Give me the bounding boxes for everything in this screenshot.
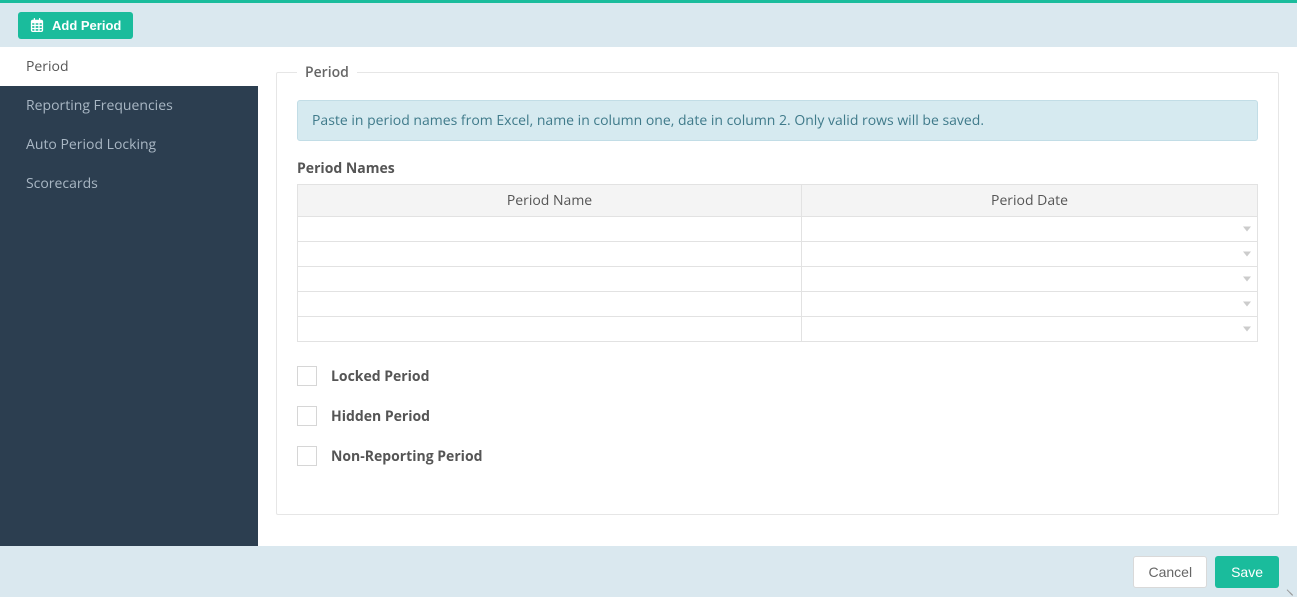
table-row <box>298 292 1258 317</box>
hidden-period-checkbox[interactable] <box>297 406 317 426</box>
add-period-label: Add Period <box>52 18 121 33</box>
period-name-input[interactable] <box>298 242 801 266</box>
period-name-input[interactable] <box>298 217 801 241</box>
period-name-input[interactable] <box>298 292 801 316</box>
sidebar-item-label: Period <box>26 57 69 76</box>
period-names-label: Period Names <box>297 159 1258 178</box>
period-table: Period Name Period Date <box>297 184 1258 342</box>
locked-period-checkbox[interactable] <box>297 366 317 386</box>
info-text: Paste in period names from Excel, name i… <box>312 111 984 130</box>
period-name-input[interactable] <box>298 267 801 291</box>
table-row <box>298 242 1258 267</box>
table-row <box>298 217 1258 242</box>
period-date-input[interactable] <box>802 267 1257 291</box>
main-panel: Period Paste in period names from Excel,… <box>258 47 1297 546</box>
sidebar-item-period[interactable]: Period <box>0 47 258 86</box>
add-period-button[interactable]: Add Period <box>18 12 133 39</box>
sidebar-item-scorecards[interactable]: Scorecards <box>0 164 258 203</box>
period-date-input[interactable] <box>802 317 1257 341</box>
checkbox-row-locked: Locked Period <box>297 366 1258 386</box>
footer-bar: Cancel Save <box>0 546 1297 597</box>
sidebar-item-label: Scorecards <box>26 174 98 193</box>
info-banner: Paste in period names from Excel, name i… <box>297 100 1258 141</box>
resize-handle[interactable] <box>1285 585 1295 595</box>
period-date-input[interactable] <box>802 242 1257 266</box>
sidebar-item-reporting-frequencies[interactable]: Reporting Frequencies <box>0 86 258 125</box>
calendar-icon <box>30 18 44 32</box>
checkbox-label: Non-Reporting Period <box>331 447 482 466</box>
period-date-input[interactable] <box>802 217 1257 241</box>
save-button[interactable]: Save <box>1215 556 1279 588</box>
top-bar: Add Period <box>0 0 1297 47</box>
table-row <box>298 267 1258 292</box>
sidebar-item-auto-period-locking[interactable]: Auto Period Locking <box>0 125 258 164</box>
content-area: Period Reporting Frequencies Auto Period… <box>0 47 1297 546</box>
checkbox-label: Locked Period <box>331 367 429 386</box>
period-name-input[interactable] <box>298 317 801 341</box>
column-header-name: Period Name <box>298 185 802 217</box>
sidebar-item-label: Auto Period Locking <box>26 135 156 154</box>
table-row <box>298 317 1258 342</box>
cancel-button[interactable]: Cancel <box>1133 556 1207 588</box>
non-reporting-period-checkbox[interactable] <box>297 446 317 466</box>
fieldset-legend: Period <box>297 63 357 82</box>
checkbox-row-hidden: Hidden Period <box>297 406 1258 426</box>
checkbox-row-nonreporting: Non-Reporting Period <box>297 446 1258 466</box>
sidebar: Period Reporting Frequencies Auto Period… <box>0 47 258 546</box>
period-fieldset: Period Paste in period names from Excel,… <box>276 63 1279 515</box>
checkbox-label: Hidden Period <box>331 407 430 426</box>
column-header-date: Period Date <box>802 185 1258 217</box>
period-date-input[interactable] <box>802 292 1257 316</box>
sidebar-item-label: Reporting Frequencies <box>26 96 173 115</box>
